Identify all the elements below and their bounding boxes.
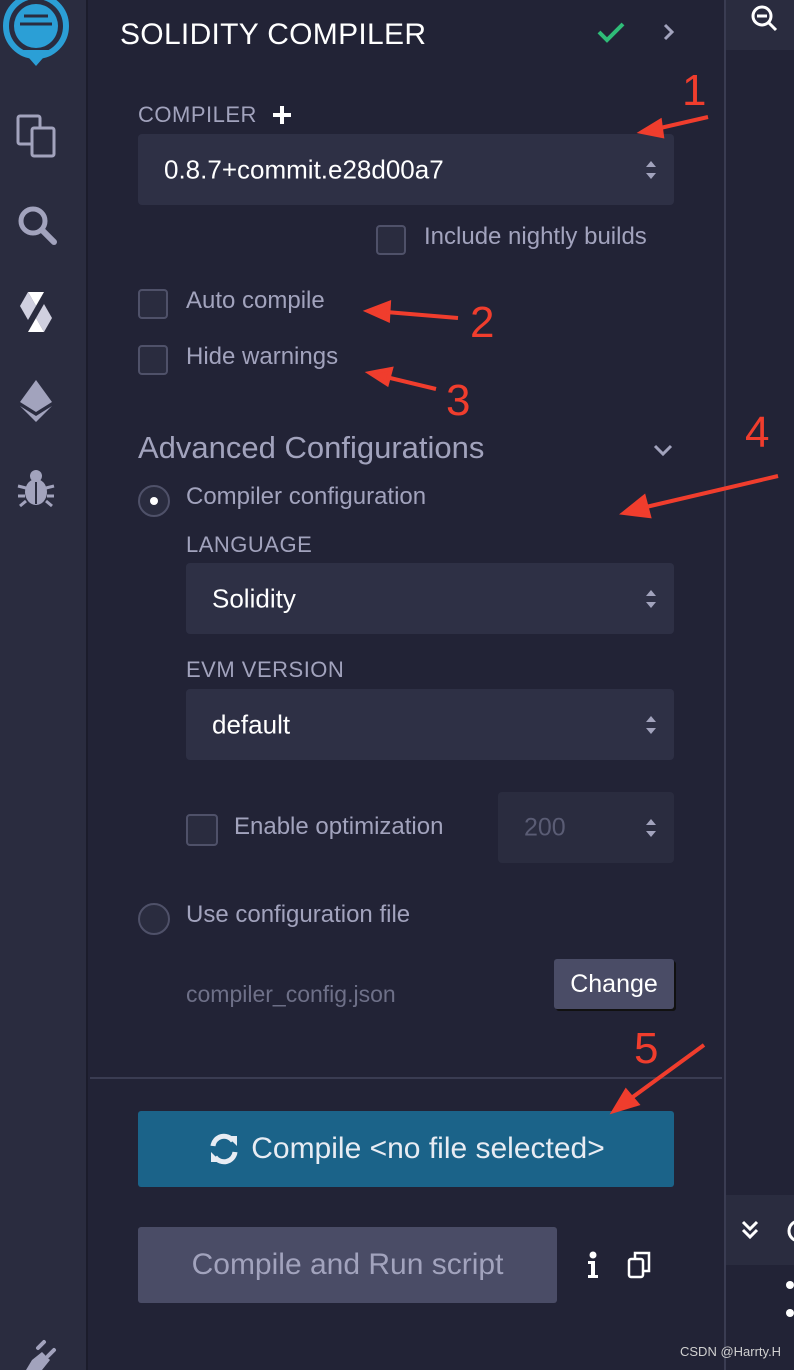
annotation-number: 4 <box>745 408 770 457</box>
annotation-number: 2 <box>470 298 495 347</box>
watermark: CSDN @Harrty.H <box>680 1344 782 1359</box>
annotation-number: 3 <box>446 376 471 425</box>
annotation-number: 5 <box>634 1024 659 1073</box>
annotation-number: 1 <box>682 66 707 115</box>
annotation-arrows <box>362 115 779 1115</box>
